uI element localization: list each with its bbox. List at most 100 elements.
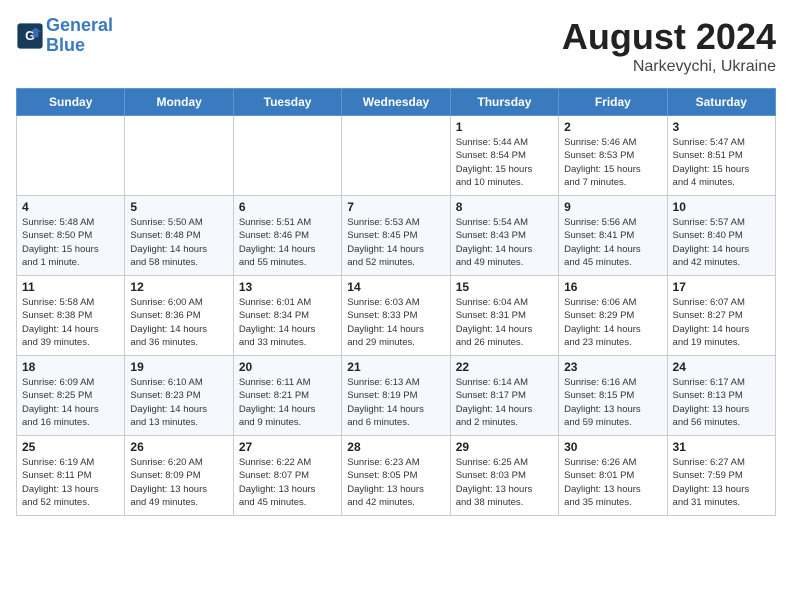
- logo-icon: G: [16, 22, 44, 50]
- calendar-cell: 10 Sunrise: 5:57 AM Sunset: 8:40 PM Dayli…: [667, 196, 775, 276]
- day-info: Sunrise: 6:19 AM Sunset: 8:11 PM Dayligh…: [22, 456, 119, 509]
- day-info: Sunrise: 5:53 AM Sunset: 8:45 PM Dayligh…: [347, 216, 444, 269]
- calendar-cell: 7 Sunrise: 5:53 AM Sunset: 8:45 PM Daylig…: [342, 196, 450, 276]
- day-info: Sunrise: 5:51 AM Sunset: 8:46 PM Dayligh…: [239, 216, 336, 269]
- calendar-cell: 19Sunrise: 6:10 AM Sunset: 8:23 PM Dayli…: [125, 356, 233, 436]
- day-number: 12: [130, 280, 227, 294]
- day-info: Sunrise: 5:48 AM Sunset: 8:50 PM Dayligh…: [22, 216, 119, 269]
- day-info: Sunrise: 5:57 AM Sunset: 8:40 PM Dayligh…: [673, 216, 770, 269]
- calendar-week-3: 11 Sunrise: 5:58 AM Sunset: 8:38 PM Dayli…: [17, 276, 776, 356]
- calendar-cell: [233, 116, 341, 196]
- day-info: Sunrise: 5:54 AM Sunset: 8:43 PM Dayligh…: [456, 216, 553, 269]
- calendar-cell: 5Sunrise: 5:50 AM Sunset: 8:48 PM Daylig…: [125, 196, 233, 276]
- day-info: Sunrise: 6:23 AM Sunset: 8:05 PM Dayligh…: [347, 456, 444, 509]
- calendar-cell: 3 Sunrise: 5:47 AM Sunset: 8:51 PM Daylig…: [667, 116, 775, 196]
- day-number: 4: [22, 200, 119, 214]
- logo-line1: General: [46, 15, 113, 35]
- day-info: Sunrise: 6:17 AM Sunset: 8:13 PM Dayligh…: [673, 376, 770, 429]
- day-info: Sunrise: 6:06 AM Sunset: 8:29 PM Dayligh…: [564, 296, 661, 349]
- calendar-cell: 29Sunrise: 6:25 AM Sunset: 8:03 PM Dayli…: [450, 436, 558, 516]
- calendar-cell: 16 Sunrise: 6:06 AM Sunset: 8:29 PM Dayli…: [559, 276, 667, 356]
- day-number: 18: [22, 360, 119, 374]
- col-header-wednesday: Wednesday: [342, 89, 450, 116]
- calendar-cell: 25 Sunrise: 6:19 AM Sunset: 8:11 PM Dayli…: [17, 436, 125, 516]
- day-info: Sunrise: 5:58 AM Sunset: 8:38 PM Dayligh…: [22, 296, 119, 349]
- day-info: Sunrise: 6:27 AM Sunset: 7:59 PM Dayligh…: [673, 456, 770, 509]
- day-info: Sunrise: 6:26 AM Sunset: 8:01 PM Dayligh…: [564, 456, 661, 509]
- calendar-cell: 12Sunrise: 6:00 AM Sunset: 8:36 PM Dayli…: [125, 276, 233, 356]
- logo-line2: Blue: [46, 35, 85, 55]
- calendar-cell: 30 Sunrise: 6:26 AM Sunset: 8:01 PM Dayli…: [559, 436, 667, 516]
- day-number: 24: [673, 360, 770, 374]
- day-number: 28: [347, 440, 444, 454]
- day-number: 25: [22, 440, 119, 454]
- calendar-cell: 26 Sunrise: 6:20 AM Sunset: 8:09 PM Dayli…: [125, 436, 233, 516]
- day-number: 29: [456, 440, 553, 454]
- day-number: 11: [22, 280, 119, 294]
- calendar-cell: 13 Sunrise: 6:01 AM Sunset: 8:34 PM Dayli…: [233, 276, 341, 356]
- calendar-cell: 15 Sunrise: 6:04 AM Sunset: 8:31 PM Dayli…: [450, 276, 558, 356]
- calendar-cell: 21 Sunrise: 6:13 AM Sunset: 8:19 PM Dayli…: [342, 356, 450, 436]
- calendar-cell: 6 Sunrise: 5:51 AM Sunset: 8:46 PM Daylig…: [233, 196, 341, 276]
- day-info: Sunrise: 5:47 AM Sunset: 8:51 PM Dayligh…: [673, 136, 770, 189]
- day-info: Sunrise: 6:10 AM Sunset: 8:23 PM Dayligh…: [130, 376, 227, 429]
- calendar-week-5: 25 Sunrise: 6:19 AM Sunset: 8:11 PM Dayli…: [17, 436, 776, 516]
- calendar-cell: 24 Sunrise: 6:17 AM Sunset: 8:13 PM Dayli…: [667, 356, 775, 436]
- day-number: 30: [564, 440, 661, 454]
- day-number: 17: [673, 280, 770, 294]
- day-number: 20: [239, 360, 336, 374]
- calendar-week-1: 1Sunrise: 5:44 AM Sunset: 8:54 PM Daylig…: [17, 116, 776, 196]
- calendar-cell: 23 Sunrise: 6:16 AM Sunset: 8:15 PM Dayli…: [559, 356, 667, 436]
- calendar-cell: [125, 116, 233, 196]
- day-number: 6: [239, 200, 336, 214]
- day-info: Sunrise: 5:46 AM Sunset: 8:53 PM Dayligh…: [564, 136, 661, 189]
- col-header-sunday: Sunday: [17, 89, 125, 116]
- calendar-cell: 31 Sunrise: 6:27 AM Sunset: 7:59 PM Dayli…: [667, 436, 775, 516]
- day-number: 10: [673, 200, 770, 214]
- calendar-cell: 20 Sunrise: 6:11 AM Sunset: 8:21 PM Dayli…: [233, 356, 341, 436]
- day-number: 23: [564, 360, 661, 374]
- day-info: Sunrise: 6:14 AM Sunset: 8:17 PM Dayligh…: [456, 376, 553, 429]
- calendar-week-4: 18 Sunrise: 6:09 AM Sunset: 8:25 PM Dayli…: [17, 356, 776, 436]
- day-number: 7: [347, 200, 444, 214]
- day-number: 9: [564, 200, 661, 214]
- day-info: Sunrise: 6:11 AM Sunset: 8:21 PM Dayligh…: [239, 376, 336, 429]
- day-info: Sunrise: 6:09 AM Sunset: 8:25 PM Dayligh…: [22, 376, 119, 429]
- day-number: 21: [347, 360, 444, 374]
- calendar-cell: 4 Sunrise: 5:48 AM Sunset: 8:50 PM Daylig…: [17, 196, 125, 276]
- day-number: 16: [564, 280, 661, 294]
- day-info: Sunrise: 6:03 AM Sunset: 8:33 PM Dayligh…: [347, 296, 444, 349]
- calendar-week-2: 4 Sunrise: 5:48 AM Sunset: 8:50 PM Daylig…: [17, 196, 776, 276]
- calendar-cell: 1Sunrise: 5:44 AM Sunset: 8:54 PM Daylig…: [450, 116, 558, 196]
- col-header-saturday: Saturday: [667, 89, 775, 116]
- day-number: 15: [456, 280, 553, 294]
- day-info: Sunrise: 5:50 AM Sunset: 8:48 PM Dayligh…: [130, 216, 227, 269]
- day-number: 26: [130, 440, 227, 454]
- calendar-cell: [17, 116, 125, 196]
- calendar-cell: [342, 116, 450, 196]
- title-area: August 2024 Narkevychi, Ukraine: [562, 16, 776, 76]
- day-info: Sunrise: 6:13 AM Sunset: 8:19 PM Dayligh…: [347, 376, 444, 429]
- sub-title: Narkevychi, Ukraine: [562, 58, 776, 76]
- calendar-cell: 28 Sunrise: 6:23 AM Sunset: 8:05 PM Dayli…: [342, 436, 450, 516]
- day-info: Sunrise: 5:44 AM Sunset: 8:54 PM Dayligh…: [456, 136, 553, 189]
- day-info: Sunrise: 6:20 AM Sunset: 8:09 PM Dayligh…: [130, 456, 227, 509]
- day-number: 27: [239, 440, 336, 454]
- day-info: Sunrise: 6:01 AM Sunset: 8:34 PM Dayligh…: [239, 296, 336, 349]
- col-header-monday: Monday: [125, 89, 233, 116]
- day-number: 31: [673, 440, 770, 454]
- day-number: 3: [673, 120, 770, 134]
- header: G General Blue August 2024 Narkevychi, U…: [16, 16, 776, 76]
- calendar-cell: 11 Sunrise: 5:58 AM Sunset: 8:38 PM Dayli…: [17, 276, 125, 356]
- calendar-cell: 8Sunrise: 5:54 AM Sunset: 8:43 PM Daylig…: [450, 196, 558, 276]
- day-info: Sunrise: 5:56 AM Sunset: 8:41 PM Dayligh…: [564, 216, 661, 269]
- day-info: Sunrise: 6:07 AM Sunset: 8:27 PM Dayligh…: [673, 296, 770, 349]
- col-header-tuesday: Tuesday: [233, 89, 341, 116]
- calendar-cell: 14 Sunrise: 6:03 AM Sunset: 8:33 PM Dayli…: [342, 276, 450, 356]
- calendar-cell: 17 Sunrise: 6:07 AM Sunset: 8:27 PM Dayli…: [667, 276, 775, 356]
- day-info: Sunrise: 6:16 AM Sunset: 8:15 PM Dayligh…: [564, 376, 661, 429]
- day-info: Sunrise: 6:04 AM Sunset: 8:31 PM Dayligh…: [456, 296, 553, 349]
- day-number: 14: [347, 280, 444, 294]
- day-number: 13: [239, 280, 336, 294]
- calendar-cell: 9 Sunrise: 5:56 AM Sunset: 8:41 PM Daylig…: [559, 196, 667, 276]
